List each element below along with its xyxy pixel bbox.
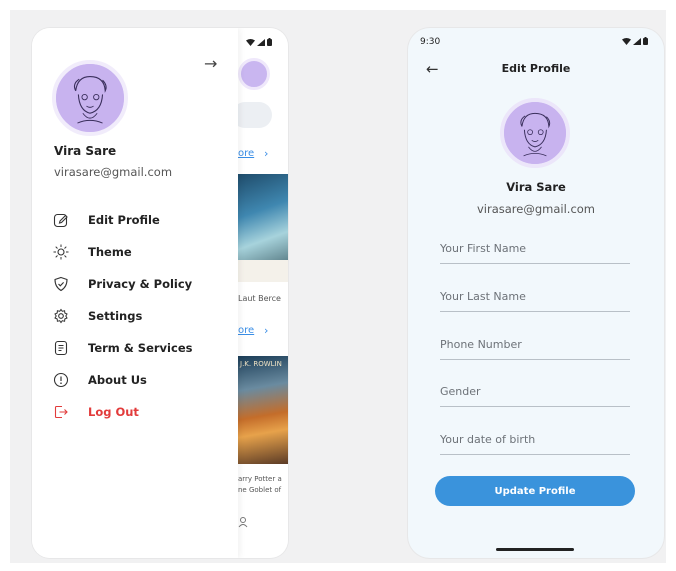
book-cover-footer (238, 260, 288, 282)
chevron-right-icon: › (264, 147, 269, 160)
chevron-right-icon: › (264, 324, 269, 337)
battery-icon (643, 37, 648, 45)
status-icons (622, 37, 648, 45)
edit-icon (52, 211, 70, 229)
book-title: arry Potter a ne Goblet of (238, 474, 282, 496)
background-avatar[interactable] (238, 58, 270, 90)
phone-edit-profile: 9:30 ← Edit Profile Vira Sare virasare@g… (408, 28, 664, 558)
wifi-icon (622, 37, 631, 45)
drawer-menu: Edit Profile Theme Privacy & Policy Sett… (52, 204, 232, 428)
menu-item-label: Privacy & Policy (88, 277, 193, 291)
navigation-drawer: → Vira Sare virasare@gmail.com Edit Prof… (32, 28, 238, 558)
menu-item-privacy-policy[interactable]: Privacy & Policy (52, 268, 232, 300)
avatar[interactable] (500, 98, 570, 168)
logout-icon (52, 403, 70, 421)
gender-input[interactable] (440, 377, 630, 406)
first-name-input[interactable] (440, 234, 630, 263)
wifi-icon (246, 38, 255, 46)
gear-icon (52, 307, 70, 325)
info-icon (52, 371, 70, 389)
gender-field (440, 377, 630, 407)
first-name-field (440, 234, 630, 264)
phone-number-field (440, 330, 630, 360)
status-time: 9:30 (420, 37, 441, 47)
menu-item-label: Log Out (88, 405, 139, 419)
book-title-line: ne Goblet of (238, 486, 282, 494)
document-icon (52, 339, 70, 357)
menu-item-label: Edit Profile (88, 213, 160, 227)
date-of-birth-input[interactable] (440, 425, 630, 454)
menu-item-terms-services[interactable]: Term & Services (52, 332, 232, 364)
profile-name: Vira Sare (506, 180, 566, 194)
menu-item-label: Settings (88, 309, 143, 323)
menu-item-label: Theme (88, 245, 132, 259)
battery-icon (267, 38, 272, 46)
background-search-bar[interactable] (232, 102, 272, 128)
menu-item-settings[interactable]: Settings (52, 300, 232, 332)
menu-item-label: Term & Services (88, 341, 193, 355)
menu-item-log-out[interactable]: Log Out (52, 396, 232, 428)
people-icon[interactable] (238, 516, 250, 531)
avatar-illustration (56, 64, 124, 132)
book-cover-author: J.K. ROWLIN (240, 360, 282, 368)
profile-email: virasare@gmail.com (476, 202, 596, 216)
see-more-link[interactable]: ore (238, 325, 254, 336)
home-indicator (496, 548, 574, 551)
menu-item-about-us[interactable]: About Us (52, 364, 232, 396)
user-name: Vira Sare (54, 144, 117, 158)
update-profile-button[interactable]: Update Profile (435, 476, 635, 506)
book-title: Laut Berce (238, 294, 281, 303)
sun-icon (52, 243, 70, 261)
signal-icon (257, 38, 265, 46)
date-of-birth-field (440, 425, 630, 455)
book-title-line: arry Potter a (238, 475, 282, 483)
menu-item-edit-profile[interactable]: Edit Profile (52, 204, 232, 236)
menu-item-label: About Us (88, 373, 147, 387)
status-icons (246, 38, 272, 46)
arrow-right-icon[interactable]: → (204, 54, 217, 73)
user-email: virasare@gmail.com (54, 165, 173, 179)
shield-check-icon (52, 275, 70, 293)
book-cover[interactable] (238, 356, 288, 464)
avatar[interactable] (52, 60, 128, 136)
see-more-link[interactable]: ore (238, 148, 254, 159)
page-title: Edit Profile (501, 62, 571, 75)
last-name-input[interactable] (440, 282, 630, 311)
phone-drawer: ore › Laut Berce ore › J.K. ROWLIN arry … (32, 28, 288, 558)
menu-item-theme[interactable]: Theme (52, 236, 232, 268)
avatar-illustration (504, 102, 566, 164)
phone-number-input[interactable] (440, 330, 630, 359)
signal-icon (633, 37, 641, 45)
last-name-field (440, 282, 630, 312)
